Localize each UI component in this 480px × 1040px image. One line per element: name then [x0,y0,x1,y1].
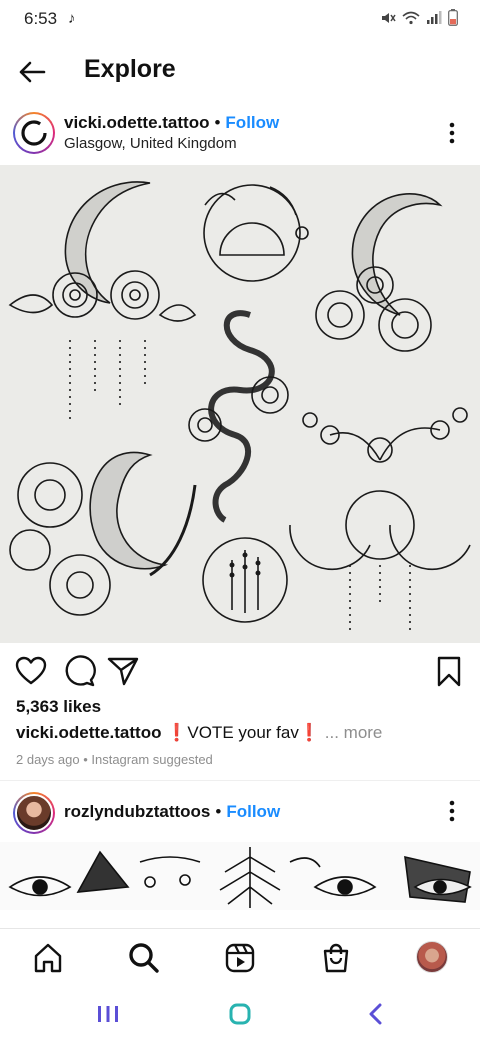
comment-icon [65,655,96,687]
reels-icon [225,943,255,973]
status-bar: 6:53 ♪ [0,0,480,38]
recent-apps-icon [98,1006,118,1022]
home-circle-icon [229,1003,251,1025]
tiktok-icon: ♪ [68,10,76,27]
post-user-line: vicki.odette.tattoo • Follow [64,113,279,133]
post-header: vicki.odette.tattoo • Follow Glasgow, Un… [0,104,480,162]
post2-image[interactable] [0,842,480,910]
wifi-icon [402,11,420,24]
share-icon [107,657,139,686]
chevron-left-icon [369,1003,382,1025]
status-time: 6:53 [24,9,58,28]
more-vertical-icon [449,122,455,144]
tab-shop[interactable] [319,941,353,975]
profile-avatar[interactable] [416,941,448,973]
tab-search[interactable] [127,941,161,975]
likes-count[interactable]: 5,363 likes [16,697,101,717]
post2-username[interactable]: rozlyndubztattoos [64,802,210,822]
system-back-button[interactable] [362,1000,390,1028]
recent-apps-button[interactable] [94,1000,122,1028]
back-button[interactable] [14,54,50,90]
follow-button[interactable]: Follow [225,113,279,133]
search-icon [129,943,159,973]
post2-user-line: rozlyndubztattoos • Follow [64,802,280,822]
caption-emoji-end: ❗ [298,723,321,742]
post-image[interactable] [0,165,480,643]
arrow-left-icon [19,61,46,83]
mute-icon [382,12,396,23]
share-button[interactable] [106,654,140,688]
tattoo-flash-artwork-2 [8,847,472,908]
post-meta: 2 days ago • Instagram suggested [16,752,213,767]
home-icon [34,943,62,973]
bottom-tab-bar [0,928,480,986]
system-navigation-bar [0,986,480,1040]
divider [0,780,480,781]
comment-button[interactable] [62,654,96,688]
caption-more-link[interactable]: ... more [325,723,383,742]
like-button[interactable] [14,654,48,688]
more-vertical-icon [449,800,455,822]
post-caption: vicki.odette.tattoo ❗VOTE your fav❗ ... … [16,723,382,743]
shop-icon [323,943,349,973]
signal-icon [427,10,442,24]
more-options-button[interactable] [442,120,462,146]
tab-reels[interactable] [223,941,257,975]
home-button[interactable] [226,1000,254,1028]
caption-text: VOTE your fav [187,723,299,742]
app-header: Explore [0,40,480,102]
post-username[interactable]: vicki.odette.tattoo [64,113,209,133]
tattoo-flash-artwork [0,165,480,643]
post-actions [0,652,480,692]
more-options-button[interactable] [442,798,462,824]
caption-emoji: ❗ [166,723,188,742]
caption-username[interactable]: vicki.odette.tattoo [16,723,161,742]
avatar[interactable] [13,792,55,834]
bookmark-icon [437,656,461,687]
separator-dot: • [215,802,222,821]
page-title: Explore [84,55,176,83]
battery-icon [448,9,458,26]
separator-dot: • [214,113,221,132]
avatar[interactable] [13,112,55,154]
post2-header: rozlyndubztattoos • Follow [0,786,480,840]
brand-circle-logo [21,120,47,146]
save-button[interactable] [432,654,466,688]
status-icons [380,9,458,26]
tab-home[interactable] [31,941,65,975]
post-location[interactable]: Glasgow, United Kingdom [64,135,237,152]
heart-icon [15,656,47,685]
follow-button[interactable]: Follow [226,802,280,822]
